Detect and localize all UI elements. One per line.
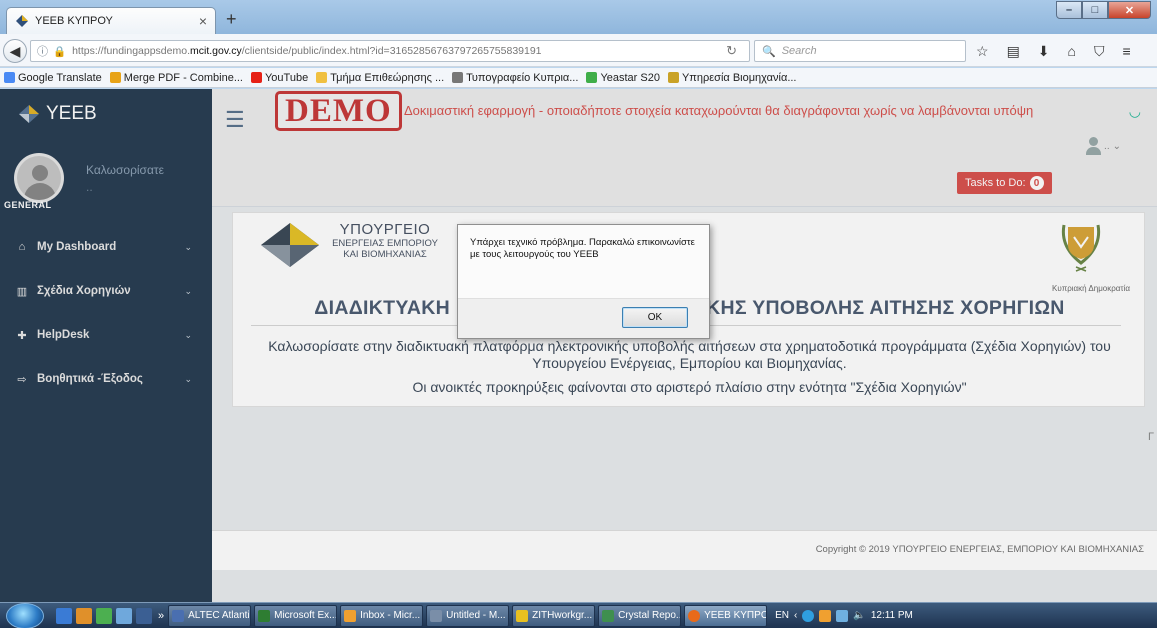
maximize-button[interactable]: □ [1082,1,1108,19]
bookmark-favicon-icon [586,72,598,83]
browser-navbar: ◀ ⓘ 🔒 https://fundingappsdemo. mcit.gov.c… [0,34,1157,67]
yeeb-favicon-icon [16,15,28,27]
reload-icon[interactable]: ↻ [726,43,737,59]
downloads-icon[interactable]: ⬇ [1038,43,1050,60]
quick-launch-icon[interactable] [116,607,132,624]
taskbar-item[interactable]: Microsoft Ex... [254,604,338,627]
app-icon [516,609,529,622]
network-icon[interactable] [836,609,849,622]
clock[interactable]: 12:11 PM [871,610,913,621]
app-icon [344,609,357,622]
tray-app-icon[interactable] [819,609,832,622]
taskbar-item[interactable]: Untitled - M... [426,604,510,627]
pocket-icon[interactable]: ⛉ [1094,43,1105,60]
start-button[interactable] [6,602,44,628]
taskbar-item-active[interactable]: ΥΕΕΒ ΚΥΠΡΟ... [684,604,768,627]
bookmark-item[interactable]: Τυπογραφείο Κυπρια... [452,72,578,84]
firefox-icon [688,609,701,622]
search-icon: 🔍 [762,45,776,58]
url-domain: mcit.gov.cy [190,45,242,57]
tray-app-icon[interactable] [802,609,815,622]
bookmark-favicon-icon [109,72,121,83]
taskbar-item[interactable]: Inbox - Micr... [340,604,424,627]
quick-launch-icon[interactable] [56,607,72,624]
app-icon [172,609,185,622]
windows-taskbar: » ALTEC Atlantis Microsoft Ex... Inbox -… [0,602,1157,628]
taskbar-items: ALTEC Atlantis Microsoft Ex... Inbox - M… [168,604,768,627]
search-input[interactable]: 🔍 Search [754,40,966,62]
reading-list-icon[interactable]: ▤ [1007,43,1020,60]
new-tab-button[interactable]: + [226,9,237,30]
quick-launch-icon[interactable] [96,607,112,624]
tab-close-icon[interactable]: × [199,13,207,29]
tray-chevron-icon[interactable]: ‹ [794,610,797,621]
taskbar-item[interactable]: ALTEC Atlantis [168,604,252,627]
bookmarks-bar: Google Translate Merge PDF - Combine... … [0,68,1157,88]
quick-launch-icon[interactable] [76,607,92,624]
toolbar-icons: ☆ ▤ ⬇ ⌂ ⛉ ≡ [976,43,1131,60]
browser-tab-strip: ΥΕΕΒ ΚΥΠΡΟΥ × + – □ ✕ [0,0,1157,34]
lock-icon: 🔒 [53,45,67,58]
url-path: /clientside/public/index.html?id=3165285… [241,45,542,57]
window-controls: – □ ✕ [1056,1,1151,19]
info-icon[interactable]: ⓘ [37,43,48,59]
app-icon [430,609,443,622]
home-icon[interactable]: ⌂ [1068,43,1076,60]
more-chevron-icon[interactable]: » [158,610,164,622]
tab-title: ΥΕΕΒ ΚΥΠΡΟΥ [35,15,113,27]
bookmark-item[interactable]: Merge PDF - Combine... [109,72,243,84]
bookmark-favicon-icon [452,72,464,83]
bookmark-favicon-icon [250,72,262,83]
browser-tab[interactable]: ΥΕΕΒ ΚΥΠΡΟΥ × [6,7,216,34]
bookmark-favicon-icon [667,72,679,83]
url-bar[interactable]: ⓘ 🔒 https://fundingappsdemo. mcit.gov.cy /… [30,40,750,62]
url-prefix: https://fundingappsdemo. [72,45,190,57]
menu-icon[interactable]: ≡ [1123,43,1131,60]
volume-icon[interactable]: 🔈 [853,610,865,621]
quick-launch-icon[interactable] [136,607,152,624]
app-icon [602,609,615,622]
taskbar-item[interactable]: Crystal Repo... [598,604,682,627]
language-indicator[interactable]: EN [775,610,789,621]
bookmark-star-icon[interactable]: ☆ [976,43,989,60]
alert-dialog: Υπάρχει τεχνικό πρόβλημα. Παρακαλώ επικο… [457,224,710,339]
system-tray: EN ‹ 🔈 12:11 PM [775,609,913,622]
bookmark-item[interactable]: YouTube [250,72,308,84]
close-window-button[interactable]: ✕ [1108,1,1151,19]
minimize-button[interactable]: – [1056,1,1082,19]
bookmark-item[interactable]: Τμήμα Επιθεώρησης ... [316,72,444,84]
taskbar-item[interactable]: ZITHworkgr... [512,604,596,627]
back-button[interactable]: ◀ [3,39,27,63]
alert-message: Υπάρχει τεχνικό πρόβλημα. Παρακαλώ επικο… [470,237,695,260]
bookmark-item[interactable]: Yeastar S20 [586,72,660,84]
ok-button[interactable]: OK [622,307,688,328]
bookmark-favicon-icon [316,72,328,83]
dialog-overlay [0,89,1157,602]
bookmark-item[interactable]: Υπηρεσία Βιομηχανία... [667,72,797,84]
quick-launch [56,607,152,624]
app-icon [258,609,271,622]
search-placeholder: Search [781,45,817,57]
bookmark-favicon-icon [4,72,15,83]
bookmark-item[interactable]: Google Translate [4,72,102,84]
